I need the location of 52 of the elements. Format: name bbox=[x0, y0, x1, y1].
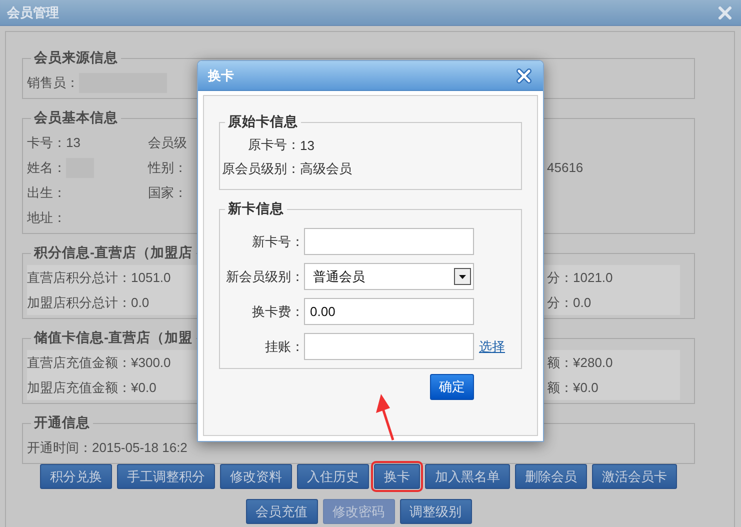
field-label: 换卡费： bbox=[251, 302, 304, 320]
close-icon[interactable] bbox=[515, 66, 533, 84]
field-text: 直营店积分总计：1051.0 bbox=[27, 268, 171, 286]
input-field[interactable] bbox=[304, 228, 474, 255]
action-button[interactable]: 入住历史 bbox=[297, 464, 369, 489]
field-value: 13 bbox=[300, 138, 316, 152]
input-field[interactable]: 0.00 bbox=[304, 298, 474, 325]
section-title: 会员来源信息 bbox=[32, 49, 119, 67]
section-title: 储值卡信息-直营店（加盟 bbox=[32, 329, 194, 347]
action-button[interactable]: 删除会员 bbox=[515, 464, 587, 489]
field-text: 国家： bbox=[148, 184, 187, 202]
action-button[interactable]: 调整级别 bbox=[400, 499, 472, 524]
confirm-button[interactable]: 确定 bbox=[430, 374, 474, 400]
field-text: 加盟店充值金额：¥0.0 bbox=[27, 378, 156, 396]
window-title: 会员管理 bbox=[7, 4, 59, 22]
field-text: 直营店充值金额：¥300.0 bbox=[27, 354, 171, 372]
field-text: 性别： bbox=[148, 158, 187, 176]
field-label: 销售员： bbox=[27, 74, 79, 92]
action-button[interactable]: 积分兑换 bbox=[40, 464, 112, 489]
field-value: 高级会员 bbox=[300, 160, 353, 178]
select-link[interactable]: 选择 bbox=[479, 338, 505, 356]
field-text: 卡号：13 bbox=[27, 134, 80, 152]
field-text: 分：1021.0 bbox=[547, 268, 613, 286]
section-title: 原始卡信息 bbox=[226, 113, 299, 131]
field-label: 新卡号： bbox=[251, 232, 304, 250]
action-button[interactable]: 手工调整积分 bbox=[117, 464, 215, 489]
field-text: 分：0.0 bbox=[547, 294, 592, 312]
action-button[interactable]: 修改资料 bbox=[220, 464, 292, 489]
dropdown-field[interactable]: 普通会员 bbox=[304, 263, 474, 290]
field-label: 姓名： bbox=[27, 158, 66, 176]
field-label: 原卡号： bbox=[247, 136, 300, 154]
field-label: 挂账： bbox=[264, 338, 304, 356]
field-text: 出生： bbox=[27, 184, 66, 202]
action-button[interactable]: 加入黑名单 bbox=[425, 464, 510, 489]
field-text: 地址： bbox=[27, 208, 66, 226]
field-text: 45616 bbox=[547, 160, 584, 175]
field-label: 新会员级别： bbox=[225, 268, 304, 286]
dialog-title: 换卡 bbox=[208, 66, 235, 84]
field-text: 额：¥280.0 bbox=[547, 354, 613, 372]
input-field[interactable] bbox=[304, 333, 474, 360]
action-button[interactable]: 激活会员卡 bbox=[592, 464, 677, 489]
action-button[interactable]: 会员充值 bbox=[246, 499, 318, 524]
section-title: 新卡信息 bbox=[227, 200, 285, 218]
section-title: 会员基本信息 bbox=[32, 109, 119, 127]
section-title: 开通信息 bbox=[33, 414, 91, 432]
field-text: 额：¥0.0 bbox=[547, 378, 598, 396]
action-button[interactable]: 换卡 bbox=[374, 464, 420, 489]
section-title: 积分信息-直营店（加盟店 bbox=[32, 244, 194, 262]
field-text: 开通时间：2015-05-18 16:2 bbox=[27, 438, 188, 456]
field-text: 会员级 bbox=[148, 134, 187, 152]
field-label: 原会员级别： bbox=[221, 160, 300, 178]
field-text: 加盟店积分总计：0.0 bbox=[27, 294, 150, 312]
